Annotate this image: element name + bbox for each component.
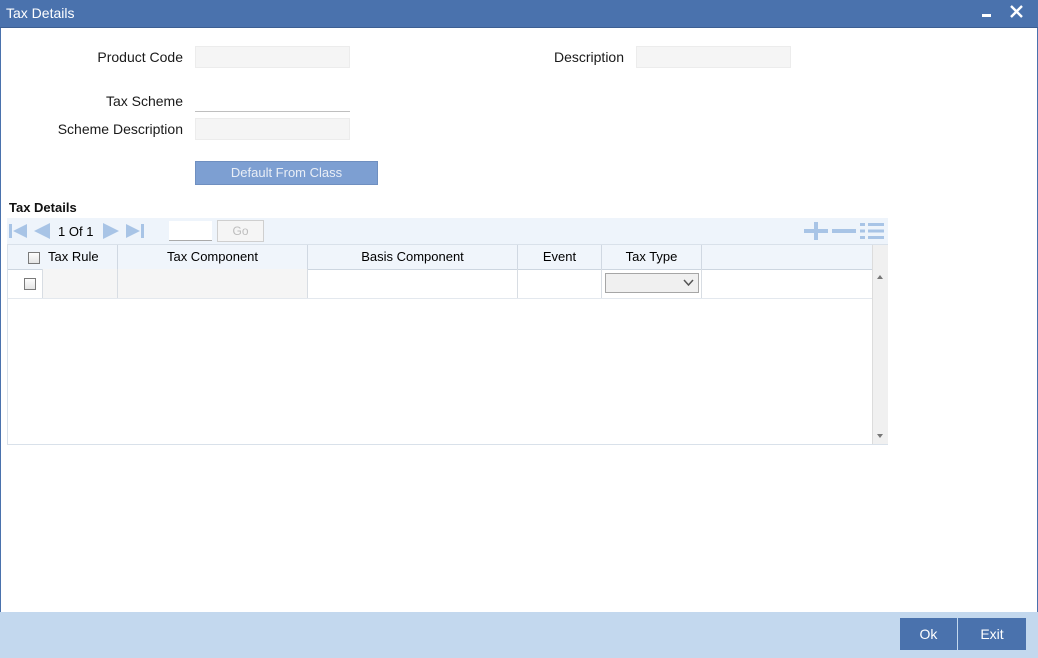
pager-status: 1 Of 1 (58, 224, 93, 239)
tax-component-cell[interactable] (118, 269, 308, 298)
tax-details-grid: Tax Rule Tax Component Basis Component E… (7, 244, 888, 445)
close-icon[interactable] (1006, 2, 1028, 24)
pager-total: 1 (86, 224, 94, 239)
product-code-label: Product Code (97, 49, 183, 65)
window-title: Tax Details (6, 5, 75, 21)
column-basis-component: Basis Component (308, 245, 518, 269)
scheme-description-field[interactable] (195, 118, 350, 140)
tax-type-select[interactable] (605, 273, 699, 293)
column-tax-rule: Tax Rule (8, 245, 118, 269)
tax-rule-cell[interactable] (43, 269, 118, 298)
chevron-down-icon (683, 279, 694, 286)
row-checkbox[interactable] (24, 278, 36, 290)
default-from-class-button[interactable]: Default From Class (195, 161, 378, 185)
column-tax-rule-label: Tax Rule (48, 249, 99, 264)
grid-header: Tax Rule Tax Component Basis Component E… (8, 245, 872, 270)
first-page-icon[interactable] (9, 223, 27, 239)
single-view-icon[interactable] (860, 222, 884, 240)
scroll-up-icon[interactable] (877, 275, 883, 279)
ok-button[interactable]: Ok (900, 618, 957, 650)
select-all-checkbox[interactable] (28, 252, 40, 264)
scroll-down-icon[interactable] (877, 434, 883, 438)
delete-row-icon[interactable] (832, 222, 856, 240)
row-select-cell (8, 269, 43, 298)
minimize-icon[interactable] (976, 2, 998, 24)
pager-current: 1 (58, 224, 66, 239)
tax-details-section-title: Tax Details (9, 200, 77, 215)
title-bar: Tax Details (0, 0, 1038, 28)
tax-scheme-input[interactable] (195, 90, 350, 112)
tax-scheme-label: Tax Scheme (105, 93, 183, 109)
grid-toolbar: 1 Of 1 Go (7, 218, 888, 244)
last-page-icon[interactable] (126, 223, 144, 239)
scheme-description-label: Scheme Description (57, 121, 183, 137)
footer-bar: Ok Exit (0, 612, 1038, 658)
next-page-icon[interactable] (103, 223, 121, 239)
description-field[interactable] (636, 46, 791, 68)
product-code-field[interactable] (195, 46, 350, 68)
previous-page-icon[interactable] (32, 223, 50, 239)
column-tax-component: Tax Component (118, 245, 308, 269)
event-cell[interactable] (518, 269, 602, 298)
add-row-icon[interactable] (804, 222, 828, 240)
grid-vertical-scrollbar[interactable] (872, 245, 888, 444)
description-label: Description (553, 49, 624, 65)
column-tax-type: Tax Type (602, 245, 702, 269)
basis-component-cell[interactable] (308, 269, 518, 298)
table-row (8, 269, 872, 299)
column-event: Event (518, 245, 602, 269)
go-button[interactable]: Go (217, 220, 264, 242)
page-number-input[interactable] (169, 221, 212, 241)
exit-button[interactable]: Exit (958, 618, 1026, 650)
pager-of-label: Of (68, 224, 83, 239)
